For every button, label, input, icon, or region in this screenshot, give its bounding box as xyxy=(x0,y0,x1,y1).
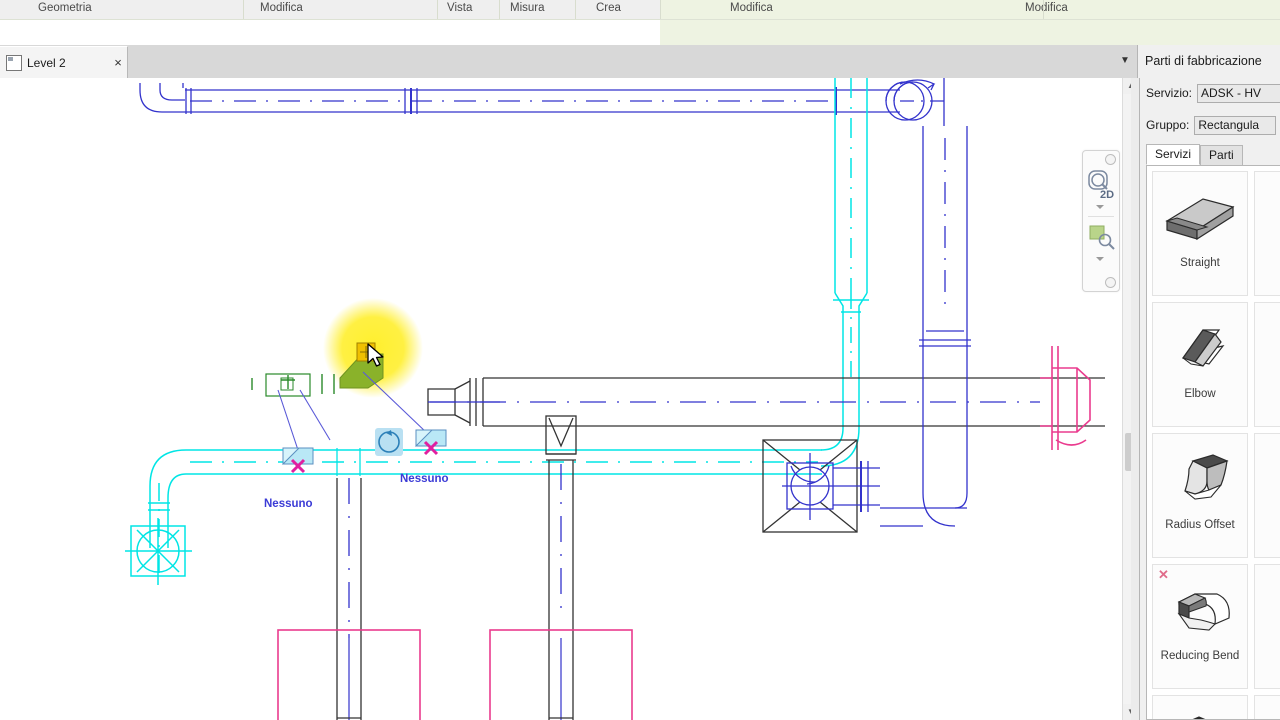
fabrication-parts-panel: Servizio: ADSK - HV Gruppo: Rectangula S… xyxy=(1139,78,1280,720)
palette-item-radius-offset[interactable]: Radius Offset xyxy=(1152,433,1248,558)
reducing-bend-duct-icon xyxy=(1157,567,1243,649)
gruppo-dropdown[interactable]: Rectangula xyxy=(1194,115,1277,135)
ribbon-divider-2 xyxy=(437,0,438,20)
tab-servizi[interactable]: Servizi xyxy=(1146,144,1201,165)
ribbon-bar: Geometria Modifica Vista Misura Crea Mod… xyxy=(0,0,1280,46)
palette-item-reducing-bend[interactable]: ✕ Reducing Bend xyxy=(1152,564,1248,689)
panel-scroll-column xyxy=(1131,78,1139,720)
palette-item-label: Radius Offset xyxy=(1165,519,1235,531)
palette-item-label: Elbow xyxy=(1184,388,1216,400)
caret-down-icon-wheel[interactable] xyxy=(1096,205,1104,209)
partial-part-icon xyxy=(1259,436,1280,518)
annotation-nessuno-1: Nessuno xyxy=(264,498,313,510)
gruppo-label: Gruppo: xyxy=(1146,118,1190,132)
steering-wheel-2d-icon[interactable]: 2D xyxy=(1087,169,1115,203)
ribbon-underline xyxy=(0,19,1280,20)
ribbon-panel-vista[interactable]: Vista xyxy=(447,0,472,16)
ribbon-panel-modifica-2[interactable]: Modifica xyxy=(730,0,773,16)
palette-item-straight[interactable]: Straight xyxy=(1152,171,1248,296)
parts-palette[interactable]: Straight Elbow Radius Offset ✕ Reducing … xyxy=(1146,165,1280,720)
palette-item-partial-4[interactable] xyxy=(1254,564,1280,689)
panel-tab-strip: Servizi Parti xyxy=(1146,144,1243,165)
ribbon-panel-misura[interactable]: Misura xyxy=(510,0,545,16)
partial-part-icon xyxy=(1259,174,1280,256)
navbar-options-icon[interactable] xyxy=(1105,277,1116,288)
ribbon-divider-1 xyxy=(243,0,244,20)
zoom-region-icon[interactable] xyxy=(1088,223,1116,251)
duct-network-blue-top xyxy=(139,83,840,114)
elbow-duct-icon xyxy=(1157,305,1243,387)
tee-duct-icon xyxy=(1157,698,1243,719)
palette-item-label: Reducing Bend xyxy=(1160,650,1240,662)
straight-duct-icon xyxy=(1157,174,1243,256)
fitting-magenta-right xyxy=(1040,346,1091,450)
palette-item-partial-3[interactable] xyxy=(1254,433,1280,558)
diffuser-right-grille xyxy=(782,453,880,520)
view-tab-bar: Level 2 × ▼ Parti di fabbricazione xyxy=(0,45,1280,79)
duct-network-cyan xyxy=(125,78,869,585)
palette-item-label: Straight xyxy=(1180,257,1220,269)
view-tab-level-2[interactable]: Level 2 × xyxy=(0,46,128,78)
radius-offset-duct-icon xyxy=(1157,436,1243,518)
duct-riser-blue-right xyxy=(880,126,971,527)
view-sheet-icon xyxy=(6,54,22,71)
servizio-label: Servizio: xyxy=(1146,86,1193,100)
ribbon-panel-crea[interactable]: Crea xyxy=(596,0,621,16)
parts-palette-grid: Straight Elbow Radius Offset ✕ Reducing … xyxy=(1152,171,1280,719)
servizio-field-row: Servizio: ADSK - HV xyxy=(1146,83,1280,103)
navigation-bar[interactable]: 2D xyxy=(1082,150,1120,292)
ribbon-divider-3 xyxy=(499,0,500,20)
drawing-canvas[interactable]: Nessuno Nessuno 2D xyxy=(0,78,1122,720)
ribbon-panel-geometria[interactable]: Geometria xyxy=(38,0,92,16)
space-boundaries-magenta xyxy=(277,629,633,720)
ribbon-left-background-lower xyxy=(0,20,660,45)
annotation-nessuno-2: Nessuno xyxy=(400,473,449,485)
right-panel-title: Parti di fabbricazione xyxy=(1145,54,1262,68)
navbar-pin-icon[interactable] xyxy=(1105,154,1116,165)
palette-item-elbow[interactable]: Elbow xyxy=(1152,302,1248,427)
servizio-dropdown[interactable]: ADSK - HV xyxy=(1197,83,1280,103)
partial-part-icon xyxy=(1259,698,1280,719)
chevron-down-icon[interactable]: ▼ xyxy=(1118,54,1132,68)
connector-control-green xyxy=(251,373,335,397)
ribbon-divider-5 xyxy=(660,0,661,20)
palette-item-partial-5[interactable] xyxy=(1254,695,1280,719)
duct-fan-assembly-blue xyxy=(835,78,946,126)
equipment-black-main xyxy=(427,377,1105,427)
ribbon-divider-6 xyxy=(1043,0,1044,20)
revit-application-window: Geometria Modifica Vista Misura Crea Mod… xyxy=(0,0,1280,720)
palette-item-partial-2[interactable] xyxy=(1254,302,1280,427)
navbar-divider xyxy=(1088,216,1114,217)
tab-parti[interactable]: Parti xyxy=(1200,145,1243,165)
palette-item-partial-1[interactable] xyxy=(1254,171,1280,296)
view-tab-label: Level 2 xyxy=(27,55,66,70)
ribbon-left-background xyxy=(0,0,660,20)
svg-text:2D: 2D xyxy=(1100,189,1114,201)
close-icon[interactable]: × xyxy=(109,56,127,69)
partial-part-icon xyxy=(1259,567,1280,649)
partial-part-icon xyxy=(1259,305,1280,387)
ribbon-panel-modifica-3[interactable]: Modifica xyxy=(1025,0,1068,16)
palette-item-tee[interactable] xyxy=(1152,695,1248,719)
error-x-icon: ✕ xyxy=(1158,567,1169,582)
ribbon-divider-4 xyxy=(575,0,576,20)
ribbon-panel-modifica-1[interactable]: Modifica xyxy=(260,0,303,16)
gruppo-field-row: Gruppo: Rectangula xyxy=(1146,115,1277,135)
caret-down-icon-zoom[interactable] xyxy=(1096,257,1104,261)
